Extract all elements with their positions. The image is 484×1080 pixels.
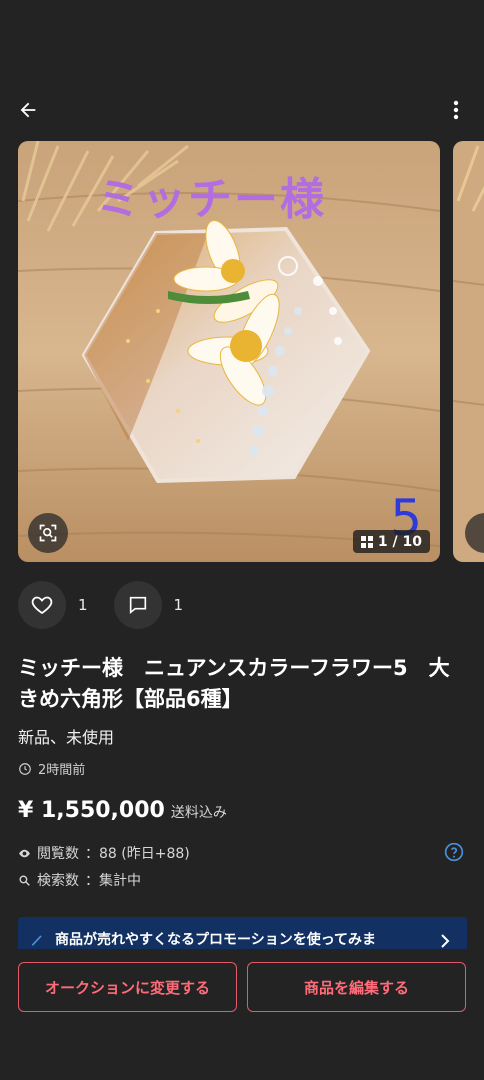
next-product-image[interactable] bbox=[453, 141, 484, 562]
item-title: ミッチー様 ニュアンスカラーフラワー5 大きめ六角形【部品6種】 bbox=[18, 656, 450, 711]
image-overlay-title: ミッチー様 bbox=[96, 174, 326, 225]
megaphone-icon bbox=[31, 935, 42, 946]
like-count: 1 bbox=[78, 596, 88, 614]
image-carousel[interactable]: ミッチー様 5 1 / 10 bbox=[0, 141, 484, 563]
promotion-text: 商品が売れやすくなるプロモーションを使ってみま bbox=[55, 932, 377, 948]
back-button[interactable] bbox=[12, 94, 44, 126]
edit-item-button[interactable]: 商品を編集する bbox=[247, 962, 466, 1012]
more-button[interactable] bbox=[440, 94, 472, 126]
clock-icon bbox=[19, 762, 31, 775]
comment-button[interactable] bbox=[113, 581, 162, 629]
comment-icon bbox=[129, 596, 146, 615]
chevron-right-icon bbox=[441, 934, 450, 948]
action-row: 1 1 bbox=[18, 581, 209, 629]
views-label: 閲覧数 bbox=[37, 846, 79, 862]
heart-icon bbox=[31, 596, 53, 615]
change-to-auction-button[interactable]: オークションに変更する bbox=[18, 962, 237, 1012]
search-value: ：集計中 bbox=[85, 873, 141, 889]
promotion-banner[interactable]: 商品が売れやすくなるプロモーションを使ってみま bbox=[18, 917, 467, 949]
posted-time-text: 2時間前 bbox=[38, 763, 86, 778]
search-icon bbox=[19, 874, 30, 886]
bottom-buttons: オークションに変更する 商品を編集する bbox=[18, 962, 466, 1012]
shipping-label: 送料込み bbox=[170, 805, 227, 821]
more-vertical-icon bbox=[453, 100, 459, 120]
item-condition: 新品、未使用 bbox=[18, 728, 115, 747]
comment-count: 1 bbox=[173, 596, 184, 614]
search-stat: 検索数 ：集計中 bbox=[18, 870, 141, 890]
lens-search-icon bbox=[39, 524, 57, 542]
search-label: 検索数 bbox=[37, 873, 79, 889]
views-stat: 閲覧数 ：88 (昨日+88) bbox=[18, 843, 190, 863]
help-icon[interactable] bbox=[444, 842, 464, 862]
eye-icon bbox=[19, 849, 30, 857]
price-row: ¥ 1,550,000 送料込み bbox=[18, 798, 227, 823]
posted-time: 2時間前 bbox=[18, 759, 85, 778]
product-image[interactable]: ミッチー様 5 1 / 10 bbox=[18, 141, 440, 562]
image-counter-text: 1 / 10 bbox=[377, 533, 422, 550]
lens-search-button[interactable] bbox=[28, 513, 68, 553]
like-button[interactable] bbox=[18, 581, 66, 629]
arrow-left-icon bbox=[20, 102, 36, 118]
next-product-photo bbox=[453, 141, 484, 562]
item-detail-page: ミッチー様 5 1 / 10 1 1 ミッチー様 ニュアンスカラーフラワー5 大… bbox=[0, 0, 484, 1080]
grid-icon bbox=[360, 535, 373, 548]
top-bar bbox=[0, 90, 484, 130]
image-counter: 1 / 10 bbox=[352, 530, 430, 553]
views-value: ：88 (昨日+88) bbox=[85, 846, 190, 862]
item-price: ¥ 1,550,000 bbox=[18, 798, 165, 823]
